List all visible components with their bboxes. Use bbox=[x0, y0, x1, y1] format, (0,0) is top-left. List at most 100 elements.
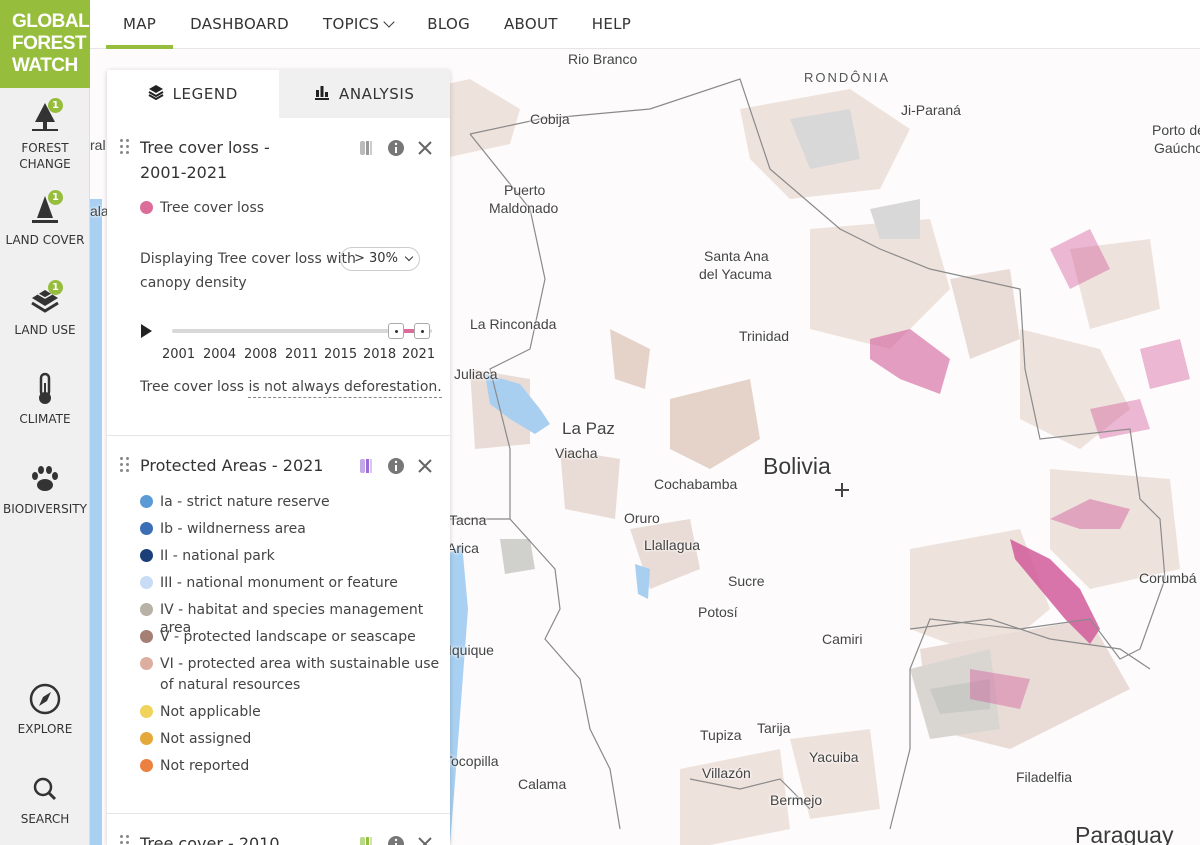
tab-analysis-label: ANALYSIS bbox=[338, 85, 415, 103]
legend-item: Ib - wildnerness area bbox=[140, 520, 306, 538]
paw-icon bbox=[25, 461, 65, 497]
map-place-label: Calama bbox=[518, 776, 567, 792]
top-navigation: MAP DASHBOARD TOPICS BLOG ABOUT HELP bbox=[0, 0, 1200, 49]
tab-legend-label: LEGEND bbox=[172, 85, 238, 103]
legend-swatch bbox=[140, 603, 153, 616]
legend-item-label: of natural resources bbox=[160, 677, 301, 693]
drag-handle-icon[interactable] bbox=[120, 139, 130, 155]
layer-title-line: 2001-2021 bbox=[140, 163, 228, 182]
map-place-label: Ji-Paraná bbox=[901, 102, 961, 118]
layer-protected-areas: Protected Areas - 2021 Ia - strict natur… bbox=[107, 436, 450, 814]
nav-topics[interactable]: TOPICS bbox=[306, 0, 410, 49]
gfw-logo[interactable]: GLOBAL FOREST WATCH bbox=[0, 0, 90, 88]
map-place-label: Yacuiba bbox=[809, 749, 859, 765]
info-icon[interactable] bbox=[387, 457, 405, 475]
map-place-label: Llallagua bbox=[644, 537, 701, 553]
nav-about[interactable]: ABOUT bbox=[487, 0, 575, 49]
close-icon[interactable] bbox=[416, 139, 434, 157]
map-place-label: Santa Ana bbox=[704, 248, 769, 264]
close-icon[interactable] bbox=[416, 457, 434, 475]
map-place-label: Potosí bbox=[698, 604, 738, 620]
map-place-label: del Yacuma bbox=[699, 266, 772, 282]
map-place-label: Viacha bbox=[555, 445, 598, 461]
tree-icon: 1 bbox=[25, 98, 65, 136]
deforestation-link[interactable]: is not always deforestation. bbox=[248, 379, 442, 398]
nav-map[interactable]: MAP bbox=[106, 0, 174, 49]
layer-count-badge: 1 bbox=[48, 190, 63, 205]
drag-handle-icon[interactable] bbox=[120, 835, 130, 845]
note-text: Tree cover loss bbox=[140, 379, 249, 395]
map-place-label: Tarija bbox=[757, 720, 791, 736]
sidebar-label: EXPLORE bbox=[17, 722, 73, 736]
layer-count-badge: 1 bbox=[48, 280, 63, 295]
map-place-label: La Paz bbox=[562, 419, 615, 438]
canopy-density-value: > 30% bbox=[354, 251, 398, 266]
legend-item: V - protected landscape or seascape bbox=[140, 628, 416, 646]
sidebar-item-land-use[interactable]: 1 LAND USE bbox=[0, 280, 90, 338]
bar-chart-icon bbox=[314, 84, 330, 104]
nav-help[interactable]: HELP bbox=[575, 0, 648, 49]
legend-item: Not applicable bbox=[140, 703, 261, 721]
compass-icon bbox=[25, 681, 65, 717]
layer-tree-cover-loss: Tree cover loss - 2001-2021 Tree cover l… bbox=[107, 118, 450, 436]
map-place-label: Puerto bbox=[504, 182, 546, 198]
map-place-label: Arica bbox=[447, 540, 479, 556]
deforestation-note: Tree cover loss is not always deforestat… bbox=[140, 379, 442, 398]
map-place-label: Juliaca bbox=[454, 366, 498, 382]
panel-tabs: LEGEND ANALYSIS bbox=[107, 70, 450, 118]
map-place-label: ral bbox=[90, 137, 106, 153]
legend-item-label: III - national monument or feature bbox=[160, 575, 398, 591]
tab-analysis[interactable]: ANALYSIS bbox=[278, 70, 450, 118]
legend-item: Not reported bbox=[140, 757, 249, 775]
close-icon[interactable] bbox=[416, 835, 434, 845]
timeline-tick: 2021 bbox=[402, 347, 436, 362]
legend-item: II - national park bbox=[140, 547, 275, 565]
legend-swatch bbox=[140, 495, 153, 508]
map-place-label: La Rinconada bbox=[470, 316, 557, 332]
legend-item: VI - protected area with sustainable use… bbox=[140, 655, 439, 694]
nav-blog[interactable]: BLOG bbox=[410, 0, 487, 49]
logo-line: WATCH bbox=[12, 55, 78, 76]
info-icon[interactable] bbox=[387, 835, 405, 845]
tab-legend[interactable]: LEGEND bbox=[107, 70, 279, 118]
timeline-end-handle[interactable] bbox=[414, 323, 430, 339]
layer-title: Tree cover - 2010 bbox=[140, 834, 280, 845]
sidebar-label: FOREST bbox=[21, 141, 69, 155]
sidebar-label: CHANGE bbox=[19, 157, 71, 171]
timeline-start-handle[interactable] bbox=[388, 323, 404, 339]
sidebar-item-land-cover[interactable]: 1 LAND COVER bbox=[0, 190, 90, 248]
sidebar-item-forest-change[interactable]: 1 FOREST CHANGE bbox=[0, 98, 90, 172]
sidebar-item-search[interactable]: SEARCH bbox=[0, 771, 90, 827]
opacity-icon[interactable] bbox=[358, 457, 376, 475]
nav-dashboard[interactable]: DASHBOARD bbox=[173, 0, 306, 49]
map-place-label: Tupiza bbox=[700, 727, 742, 743]
opacity-icon[interactable] bbox=[358, 139, 376, 157]
timeline-tick: 2018 bbox=[363, 347, 397, 362]
map-place-label: Iquique bbox=[448, 642, 494, 658]
canopy-density-select[interactable]: > 30% bbox=[340, 247, 420, 271]
map-place-label: Camiri bbox=[822, 631, 863, 647]
map-place-label: Maldonado bbox=[489, 200, 559, 216]
legend-item-label: Ia - strict nature reserve bbox=[160, 494, 330, 510]
map-place-label: Tacna bbox=[449, 512, 487, 528]
map-place-label: Bermejo bbox=[770, 792, 823, 808]
sidebar-label: LAND USE bbox=[14, 323, 76, 337]
sidebar-item-climate[interactable]: CLIMATE bbox=[0, 371, 90, 427]
map-place-label: Cochabamba bbox=[654, 476, 738, 492]
play-button[interactable] bbox=[141, 324, 152, 338]
sidebar-item-explore[interactable]: EXPLORE bbox=[0, 681, 90, 737]
layer-title: Protected Areas - 2021 bbox=[140, 456, 324, 475]
map-crosshair bbox=[835, 483, 849, 497]
map-place-label: Sucre bbox=[728, 573, 765, 589]
legend-panel: LEGEND ANALYSIS Tree cover loss - 2001-2… bbox=[107, 70, 450, 845]
opacity-icon[interactable] bbox=[358, 835, 376, 845]
map-place-label: Oruro bbox=[624, 510, 660, 526]
legend-item: III - national monument or feature bbox=[140, 574, 398, 592]
map-place-label: Filadelfia bbox=[1016, 769, 1073, 785]
sidebar-item-biodiversity[interactable]: BIODIVERSITY bbox=[0, 461, 90, 517]
nav-topics-label: TOPICS bbox=[323, 15, 380, 33]
legend-item-label: VI - protected area with sustainable use bbox=[160, 656, 440, 672]
drag-handle-icon[interactable] bbox=[120, 457, 130, 473]
info-icon[interactable] bbox=[387, 139, 405, 157]
layers-icon: 1 bbox=[25, 280, 65, 318]
